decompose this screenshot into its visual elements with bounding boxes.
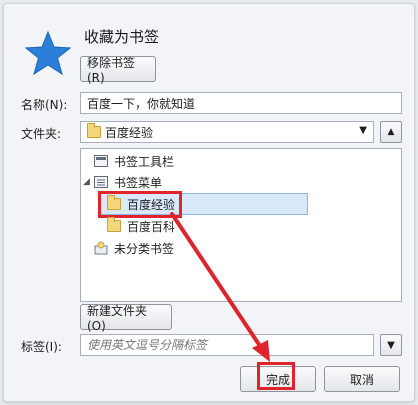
folder-select[interactable]: 百度经验 ▼ — [80, 121, 374, 143]
folder-icon — [87, 123, 101, 138]
collapse-tree-button[interactable]: ▲ — [380, 121, 402, 143]
tree-item-label: 书签工具栏 — [114, 154, 175, 169]
tree-item-label: 书签菜单 — [114, 175, 163, 190]
tree-item-label: 百度百科 — [127, 219, 176, 234]
tags-dropdown-button[interactable]: ▼ — [380, 334, 402, 356]
unsorted-icon — [94, 241, 108, 255]
bookmark-star-icon — [25, 31, 71, 75]
tags-input[interactable] — [80, 334, 374, 356]
folder-label: 文件夹: — [21, 127, 62, 141]
folder-select-value: 百度经验 — [105, 125, 154, 140]
remove-bookmark-button[interactable]: 移除书签(R) — [80, 56, 156, 85]
highlight-selected-folder — [98, 191, 182, 218]
tree-item-label: 未分类书签 — [114, 241, 175, 256]
name-input[interactable]: 百度一下，你就知道 — [80, 92, 402, 114]
tree-item-menu[interactable]: 书签菜单 — [94, 171, 162, 193]
chevron-down-icon: ▼ — [359, 125, 367, 136]
dialog-title: 收藏为书签 — [84, 28, 160, 46]
tree-item-baidu-baike[interactable]: 百度百科 — [107, 215, 175, 237]
new-folder-button[interactable]: 新建文件夹(O) — [80, 304, 172, 333]
cancel-button[interactable]: 取消 — [324, 366, 400, 392]
tree-item-toolbar[interactable]: 书签工具栏 — [94, 150, 174, 172]
name-label: 名称(N): — [21, 98, 68, 112]
chevron-down-icon: ▼ — [387, 339, 395, 351]
toolbar-icon — [94, 155, 108, 167]
tree-item-unsorted[interactable]: 未分类书签 — [94, 237, 174, 259]
tags-label: 标签(I): — [21, 340, 62, 354]
tree-expand-icon[interactable]: ◢ — [83, 177, 90, 187]
folder-icon — [107, 217, 121, 232]
bookmark-dialog: 收藏为书签 移除书签(R) 名称(N): 百度一下，你就知道 文件夹: 百度经验… — [3, 3, 415, 402]
chevron-up-icon: ▲ — [387, 127, 395, 137]
highlight-done-button — [257, 362, 295, 390]
menu-icon — [94, 176, 108, 188]
